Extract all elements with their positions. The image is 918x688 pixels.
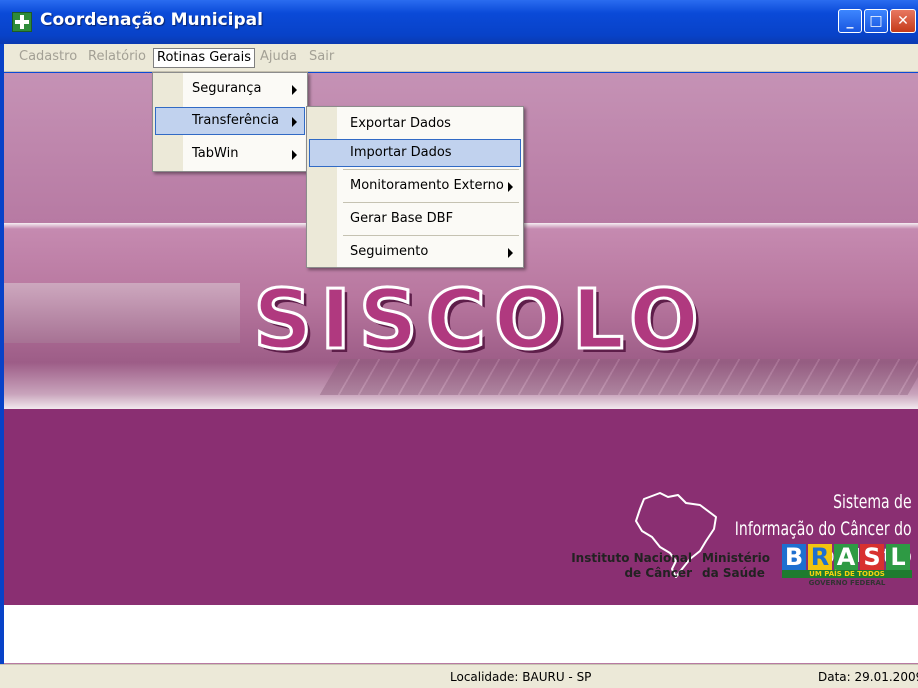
submenu-arrow-icon	[292, 117, 297, 127]
menu-item-seguranca[interactable]: Segurança	[155, 75, 305, 103]
close-button[interactable]: ✕	[890, 9, 916, 33]
menu-item-importar-dados[interactable]: Importar Dados	[309, 139, 521, 167]
menu-relatorio[interactable]: Relatório	[85, 48, 149, 68]
menu-item-exportar-dados[interactable]: Exportar Dados	[309, 110, 521, 138]
brasil-letter-l: L	[886, 544, 910, 570]
menu-separator	[343, 169, 519, 170]
brasil-letter-a: A	[834, 544, 858, 570]
status-bar: Localidade: BAURU - SP Data: 29.01.2009	[0, 664, 918, 688]
title-bar[interactable]: Coordenação Municipal _ □ ✕	[0, 0, 918, 44]
app-window: Coordenação Municipal _ □ ✕ Cadastro Rel…	[0, 0, 918, 688]
menu-separator	[343, 235, 519, 236]
menu-ajuda[interactable]: Ajuda	[257, 48, 300, 68]
submenu-arrow-icon	[508, 248, 513, 258]
menu-item-label: Importar Dados	[350, 145, 452, 160]
menu-item-gerar-base-dbf[interactable]: Gerar Base DBF	[309, 205, 521, 233]
menu-item-transferencia[interactable]: Transferência	[155, 107, 305, 135]
ministerio-logo: Ministério da Saúde	[702, 551, 774, 581]
menu-sair[interactable]: Sair	[306, 48, 337, 68]
menu-item-seguimento[interactable]: Seguimento	[309, 238, 521, 266]
app-cross-icon	[12, 12, 32, 32]
window-title: Coordenação Municipal	[40, 10, 263, 30]
brasil-letter-b: B	[782, 544, 806, 570]
submenu-arrow-icon	[292, 85, 297, 95]
submenu-arrow-icon	[508, 182, 513, 192]
system-desc-line-2: Informação do Câncer do	[735, 518, 912, 540]
menu-cadastro[interactable]: Cadastro	[16, 48, 80, 68]
siscolo-logo: SISCOLO	[252, 272, 707, 370]
minimize-button[interactable]: _	[838, 9, 862, 33]
transferencia-submenu: Exportar Dados Importar Dados Monitorame…	[306, 106, 524, 268]
brasil-letter-r: R	[808, 544, 832, 570]
ministerio-line-2: da Saúde	[702, 566, 765, 580]
governo-federal-logo: B R A S L UM PAÍS DE TODOS GOVERNO FEDER…	[782, 544, 912, 590]
status-data: Data: 29.01.2009	[818, 670, 918, 684]
inca-line-2: de Câncer	[624, 566, 692, 580]
menu-item-label: Monitoramento Externo	[350, 178, 504, 193]
menu-item-label: TabWin	[192, 146, 239, 161]
brasil-letter-s: S	[860, 544, 884, 570]
sponsor-band	[0, 605, 918, 663]
menu-rotinas-gerais[interactable]: Rotinas Gerais	[153, 48, 255, 68]
menu-item-label: Segurança	[192, 81, 262, 96]
rotinas-gerais-menu: Segurança Transferência TabWin	[152, 72, 308, 172]
menu-item-tabwin[interactable]: TabWin	[155, 140, 305, 168]
inca-line-1: Instituto Nacional	[571, 551, 692, 565]
status-localidade: Localidade: BAURU - SP	[450, 670, 592, 684]
menu-item-label: Transferência	[192, 113, 279, 128]
submenu-arrow-icon	[292, 150, 297, 160]
brasil-tagline: UM PAÍS DE TODOS	[782, 570, 912, 578]
menu-bar: Cadastro Relatório Rotinas Gerais Ajuda …	[0, 44, 918, 72]
window-left-border	[0, 44, 4, 688]
menu-item-monitoramento-externo[interactable]: Monitoramento Externo	[309, 172, 521, 200]
system-desc-line-1: Sistema de	[833, 491, 912, 513]
ministerio-line-1: Ministério	[702, 551, 771, 565]
menu-item-label: Exportar Dados	[350, 116, 451, 131]
menu-item-label: Gerar Base DBF	[350, 211, 454, 226]
governo-federal-label: GOVERNO FEDERAL	[808, 579, 886, 587]
inca-logo: Instituto Nacional de Câncer	[560, 551, 692, 581]
menu-item-label: Seguimento	[350, 244, 429, 259]
maximize-button[interactable]: □	[864, 9, 888, 33]
menu-separator	[343, 202, 519, 203]
